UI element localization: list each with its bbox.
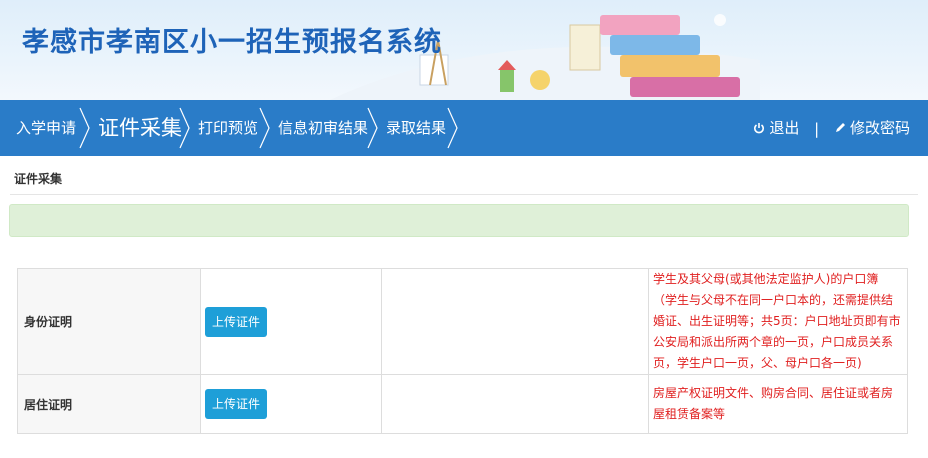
section-divider xyxy=(10,194,918,195)
nav-item-print-preview[interactable]: 打印预览 xyxy=(198,100,258,156)
nav-divider: | xyxy=(814,120,820,138)
nav-user-actions: 退出 | 修改密码 xyxy=(753,100,910,156)
document-requirement-note: 房屋产权证明文件、购房合同、居住证或者房屋租赁备案等 xyxy=(648,374,908,434)
status-alert xyxy=(9,204,909,237)
document-name: 身份证明 xyxy=(17,268,201,375)
documents-table: 身份证明 上传证件 学生及其父母(或其他法定监护人)的户口簿（学生与父母不在同一… xyxy=(17,268,908,434)
main-navbar: 入学申请 证件采集 打印预览 信息初审结果 录取结果 退出 | 修改密码 xyxy=(0,100,928,156)
nav-separator-chevron-icon xyxy=(79,107,90,149)
table-row: 身份证明 上传证件 学生及其父母(或其他法定监护人)的户口簿（学生与父母不在同一… xyxy=(17,268,908,375)
nav-separator-chevron-icon xyxy=(179,107,190,149)
upload-cell: 上传证件 xyxy=(200,268,382,375)
nav-item-admission-result[interactable]: 录取结果 xyxy=(386,100,446,156)
power-icon xyxy=(754,123,765,134)
change-password-link[interactable]: 修改密码 xyxy=(834,100,910,156)
nav-item-documents[interactable]: 证件采集 xyxy=(98,100,182,156)
change-password-label: 修改密码 xyxy=(849,119,910,137)
document-name: 居住证明 xyxy=(17,374,201,434)
preview-cell xyxy=(381,374,649,434)
upload-cell: 上传证件 xyxy=(200,374,382,434)
nav-item-review-result[interactable]: 信息初审结果 xyxy=(278,100,368,156)
nav-separator-chevron-icon xyxy=(447,107,458,149)
table-row: 居住证明 上传证件 房屋产权证明文件、购房合同、居住证或者房屋租赁备案等 xyxy=(17,374,908,434)
site-title: 孝感市孝南区小一招生预报名系统 xyxy=(22,27,442,58)
logout-label: 退出 xyxy=(769,119,800,137)
header-banner: 孝感市孝南区小一招生预报名系统 xyxy=(0,0,928,100)
nav-separator-chevron-icon xyxy=(259,107,270,149)
preview-cell xyxy=(381,268,649,375)
upload-button[interactable]: 上传证件 xyxy=(205,389,268,419)
section-title: 证件采集 xyxy=(14,172,63,186)
nav-separator-chevron-icon xyxy=(367,107,378,149)
nav-item-apply[interactable]: 入学申请 xyxy=(16,100,76,156)
logout-link[interactable]: 退出 xyxy=(753,100,799,156)
document-requirement-note: 学生及其父母(或其他法定监护人)的户口簿（学生与父母不在同一户口本的，还需提供结… xyxy=(648,268,908,375)
pencil-icon xyxy=(835,123,845,132)
upload-button[interactable]: 上传证件 xyxy=(205,306,268,337)
